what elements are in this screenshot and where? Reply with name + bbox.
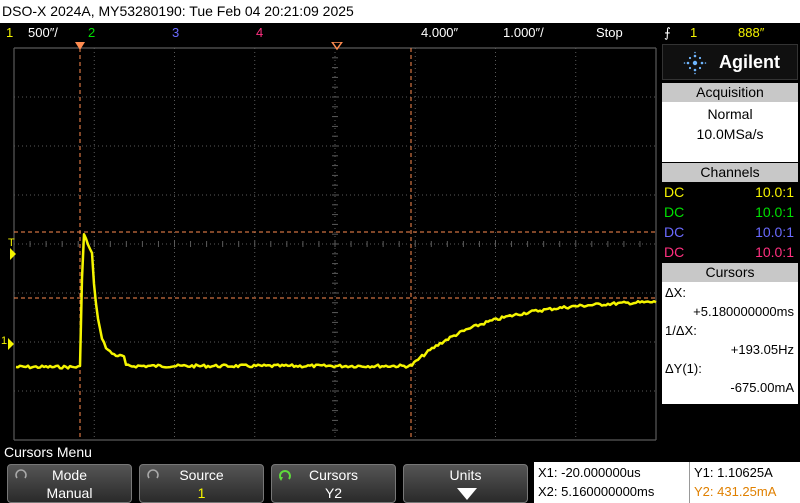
delta-y-label: ΔY(1): [665,361,702,376]
timebase-readout[interactable]: 1.000″/ [503,23,544,42]
delta-x-value: +5.180000000ms [693,304,794,319]
channel-probe: 10.0:1 [755,184,794,200]
channel-probe: 10.0:1 [755,244,794,260]
acquisition-body: Normal 10.0MSa/s [662,102,798,162]
sample-rate: 10.0MSa/s [696,126,764,142]
side-panel: Agilent Acquisition Normal 10.0MSa/s Cha… [660,42,800,442]
waveform-display[interactable]: T 1 [0,42,660,442]
y1-readout: Y1: 1.10625A [694,465,773,480]
readout-divider [689,462,690,503]
channel-row[interactable]: DC 10.0:1 [662,222,798,242]
brand-name: Agilent [719,52,780,72]
channel-probe: 10.0:1 [755,224,794,240]
cursors-body: ΔX: +5.180000000ms 1/ΔX: +193.05Hz ΔY(1)… [662,282,798,404]
title-bar: DSO-X 2024A, MY53280190: Tue Feb 04 20:2… [0,0,800,23]
channel-probe: 10.0:1 [755,204,794,220]
agilent-logo: Agilent [662,44,798,80]
softkey-value: 1 [197,485,206,501]
delay-readout[interactable]: 4.000″ [421,23,458,42]
softkey-bar: Mode Manual Source 1 Cursors Y2 Units X1… [0,462,800,503]
source-softkey[interactable]: Source 1 [139,464,264,503]
cursors-softkey[interactable]: Cursors Y2 [271,464,396,503]
x1-readout: X1: -20.000000us [538,465,641,480]
ch1-waveform [15,233,657,370]
menu-title: Cursors Menu [0,442,800,462]
softkey-value: Y2 [324,485,343,501]
channels-body: DC 10.0:1 DC 10.0:1 DC 10.0:1 DC 10.0:1 [662,182,798,262]
x2-readout: X2: 5.160000000ms [538,484,655,499]
delta-x-label: ΔX: [665,285,686,300]
units-softkey[interactable]: Units [403,464,528,503]
agilent-spark-icon [683,51,707,75]
ch1-ground-arrow [8,338,14,350]
ch3-label[interactable]: 3 [172,23,179,42]
ch2-label[interactable]: 2 [88,23,95,42]
channel-coupling: DC [664,204,685,220]
graticule-grid [13,47,657,441]
delta-y-value: -675.00mA [730,380,794,395]
inverse-delta-x-label: 1/ΔX: [665,323,697,338]
channel-coupling: DC [664,244,685,260]
cursors-header[interactable]: Cursors [662,263,798,282]
run-state[interactable]: Stop [596,23,623,42]
channels-header[interactable]: Channels [662,163,798,182]
acquisition-header[interactable]: Acquisition [662,83,798,102]
softkey-label: Mode [51,467,88,483]
trigger-position-marker [75,42,85,50]
softkey-label: Source [179,467,224,483]
ch1-ground-label: 1 [1,335,7,347]
ch1-label[interactable]: 1 [6,23,13,42]
submenu-arrow-down-icon [457,488,477,500]
trigger-source[interactable]: 1 [690,23,697,42]
trigger-marker-label: T [8,237,15,249]
softkey-value: Manual [46,485,93,501]
channel-coupling: DC [664,184,685,200]
trigger-edge-icon: ⨍ [664,25,671,40]
channel-coupling: DC [664,224,685,240]
softkey-label: Cursors [308,467,358,483]
channel-row[interactable]: DC 10.0:1 [662,242,798,262]
channel-row[interactable]: DC 10.0:1 [662,182,798,202]
mode-softkey[interactable]: Mode Manual [7,464,132,503]
y2-readout: Y2: 431.25mA [694,484,777,499]
trigger-level-arrow [10,248,16,260]
softkey-label: Units [449,467,482,483]
ch4-label[interactable]: 4 [256,23,263,42]
inverse-delta-x-value: +193.05Hz [730,342,794,357]
cursor-readout: X1: -20.000000us X2: 5.160000000ms Y1: 1… [534,462,800,503]
status-bar: 1 500″/ 2 3 4 4.000″ 1.000″/ Stop ⨍ 1 88… [0,23,800,42]
acquisition-mode: Normal [707,106,753,122]
channel-row[interactable]: DC 10.0:1 [662,202,798,222]
trigger-level[interactable]: 888″ [738,23,764,42]
waveform-svg: T 1 [1,42,657,441]
ch1-scale[interactable]: 500″/ [28,23,58,42]
